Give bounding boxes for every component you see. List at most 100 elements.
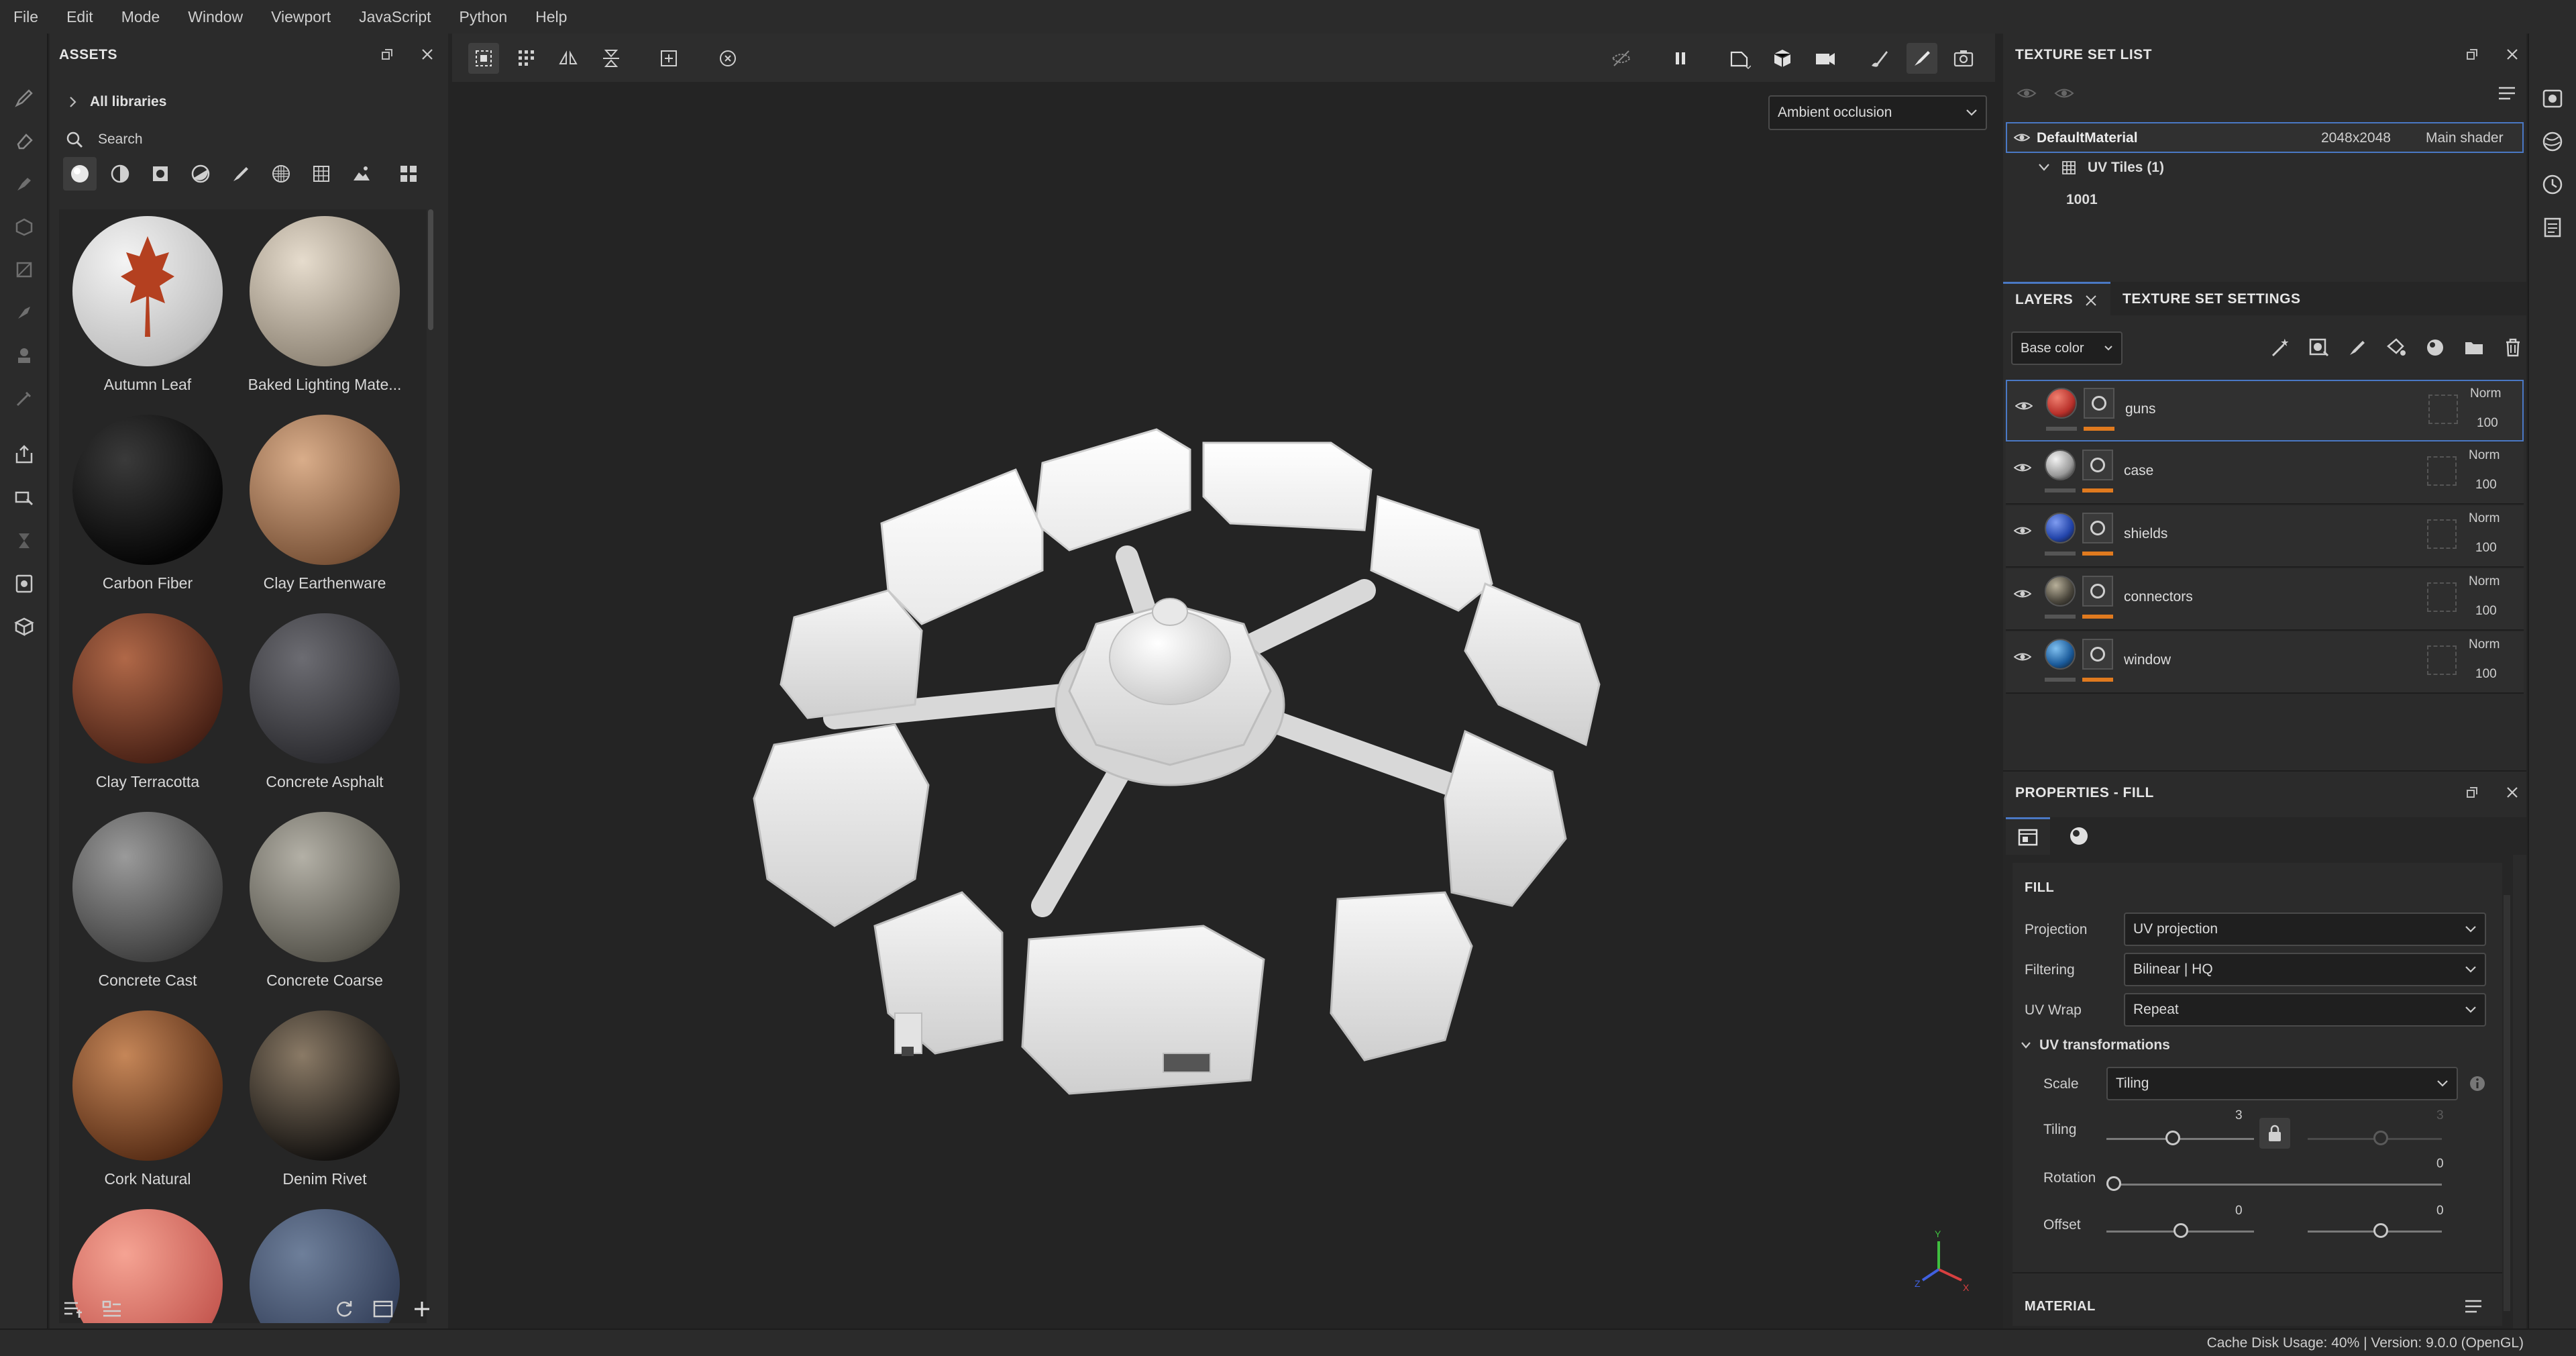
layer-row[interactable]: case Norm 100 [2006, 443, 2524, 505]
blend-mode[interactable]: Norm [2469, 574, 2500, 589]
layer-mask-thumbnail[interactable] [2082, 513, 2113, 543]
layer-drop-target[interactable] [2427, 456, 2457, 486]
grid-view-icon[interactable] [392, 157, 425, 191]
menu-file[interactable]: File [13, 8, 38, 26]
log-icon[interactable] [2541, 216, 2564, 239]
view-2d-icon[interactable] [1724, 43, 1755, 74]
refresh-icon[interactable] [333, 1298, 356, 1320]
smart-masks-filter-icon[interactable] [144, 157, 177, 191]
brush-settings-icon[interactable] [1864, 43, 1894, 74]
info-icon[interactable] [2469, 1075, 2486, 1092]
paint-mode-icon[interactable] [1907, 43, 1937, 74]
asset-item[interactable]: Concrete Asphalt [236, 607, 413, 805]
visibility-eye-icon[interactable] [2014, 132, 2030, 144]
layer-drop-target[interactable] [2428, 395, 2458, 424]
rotation-slider[interactable] [2106, 1184, 2442, 1186]
layer-mask-thumbnail[interactable] [2082, 450, 2113, 480]
asset-item[interactable]: Concrete Coarse [236, 805, 413, 1004]
layer-row[interactable]: shields Norm 100 [2006, 506, 2524, 568]
blend-mode[interactable]: Norm [2470, 386, 2501, 401]
viewport-3d[interactable]: Ambient occlusion Y X Z [452, 34, 1995, 1314]
layer-opacity[interactable]: 100 [2475, 604, 2497, 619]
uv-wrap-dropdown[interactable]: Repeat [2124, 993, 2486, 1027]
material-tab-icon[interactable] [2057, 817, 2101, 855]
offset-y-slider-handle[interactable] [2373, 1223, 2388, 1238]
add-fill-layer-icon[interactable] [2381, 333, 2411, 362]
filtering-dropdown[interactable]: Bilinear | HQ [2124, 953, 2486, 986]
blend-mode[interactable]: Norm [2469, 511, 2500, 526]
add-smart-material-icon[interactable] [2420, 333, 2450, 362]
history-icon[interactable] [712, 43, 743, 74]
asset-item[interactable]: Clay Terracotta [59, 607, 236, 805]
visibility-eye-icon[interactable] [2014, 588, 2031, 600]
asset-item[interactable]: Autumn Leaf [59, 209, 236, 408]
menu-javascript[interactable]: JavaScript [359, 8, 431, 26]
layer-mask-thumbnail[interactable] [2082, 639, 2113, 670]
smart-materials-filter-icon[interactable] [103, 157, 137, 191]
layer-opacity[interactable]: 100 [2477, 416, 2498, 431]
uv-transformations-toggle[interactable]: UV transformations [2021, 1037, 2170, 1053]
color-picker-icon[interactable] [9, 384, 39, 413]
layer-drop-target[interactable] [2427, 645, 2457, 675]
search-input[interactable]: Search [66, 127, 428, 152]
add-paint-layer-icon[interactable] [2343, 333, 2372, 362]
rotation-value[interactable]: 0 [2436, 1157, 2444, 1171]
tiling-slider[interactable] [2106, 1138, 2254, 1140]
cube-view-icon[interactable] [1767, 43, 1798, 74]
projection-icon[interactable] [9, 169, 39, 199]
offset-x-value[interactable]: 0 [2235, 1204, 2243, 1218]
uv-tiles-row[interactable]: UV Tiles (1) [2038, 160, 2164, 176]
menu-window[interactable]: Window [188, 8, 243, 26]
menu-python[interactable]: Python [460, 8, 508, 26]
offset-x-slider-handle[interactable] [2174, 1223, 2188, 1238]
uv-tile-id[interactable]: 1001 [2066, 192, 2098, 208]
layer-row[interactable]: connectors Norm 100 [2006, 569, 2524, 631]
menu-mode[interactable]: Mode [121, 8, 160, 26]
asset-item[interactable]: Baked Lighting Mate... [236, 209, 413, 408]
channel-dropdown[interactable]: Ambient occlusion [1768, 95, 1987, 130]
menu-help[interactable]: Help [535, 8, 567, 26]
add-frame-icon[interactable] [653, 43, 684, 74]
brushes-filter-icon[interactable] [224, 157, 258, 191]
mirror-y-icon[interactable] [596, 43, 627, 74]
tab-layers[interactable]: LAYERS [2003, 282, 2110, 315]
blend-mode[interactable]: Norm [2469, 448, 2500, 463]
display-settings-icon[interactable] [2541, 87, 2564, 110]
float-panel-icon[interactable] [2462, 782, 2482, 802]
float-panel-icon[interactable] [2462, 44, 2482, 64]
layer-mask-thumbnail[interactable] [2082, 576, 2113, 607]
close-icon[interactable] [2502, 782, 2522, 802]
close-icon[interactable] [2502, 44, 2522, 64]
layer-opacity[interactable]: 100 [2475, 667, 2497, 682]
filters-filter-icon[interactable] [184, 157, 217, 191]
mirror-x-icon[interactable] [553, 43, 584, 74]
layer-opacity[interactable]: 100 [2475, 478, 2497, 492]
close-icon[interactable] [417, 44, 437, 64]
display-settings-icon[interactable] [9, 569, 39, 598]
material-picker-icon[interactable] [9, 341, 39, 370]
eraser-icon[interactable] [9, 126, 39, 156]
selection-mode-icon[interactable] [468, 43, 499, 74]
fill-settings-tab-icon[interactable] [2006, 817, 2050, 855]
particles-filter-icon[interactable] [264, 157, 298, 191]
uv-grid-icon[interactable] [511, 43, 542, 74]
visibility-eye-icon[interactable] [2015, 400, 2033, 412]
texture-set-row[interactable]: DefaultMaterial 2048x2048 Main shader [2006, 122, 2524, 153]
texture-set-menu-icon[interactable] [2497, 85, 2517, 102]
camera-icon[interactable] [1810, 43, 1841, 74]
add-icon[interactable] [411, 1298, 433, 1320]
tab-texture-set-settings[interactable]: TEXTURE SET SETTINGS [2123, 290, 2301, 307]
tiling-value[interactable]: 3 [2235, 1108, 2243, 1123]
lock-icon[interactable] [2259, 1118, 2290, 1149]
hide-all-icon[interactable] [2017, 86, 2037, 101]
bake-icon[interactable] [9, 483, 39, 513]
show-all-icon[interactable] [2054, 86, 2074, 101]
tiling-slider-handle[interactable] [2165, 1131, 2180, 1145]
add-folder-icon[interactable] [2459, 333, 2489, 362]
close-icon[interactable] [2085, 295, 2097, 307]
properties-scrollbar[interactable] [2504, 895, 2510, 1311]
asset-item[interactable]: Cork Natural [59, 1004, 236, 1202]
export-icon[interactable] [9, 440, 39, 470]
layer-drop-target[interactable] [2427, 519, 2457, 549]
list-settings-icon[interactable] [101, 1298, 123, 1320]
